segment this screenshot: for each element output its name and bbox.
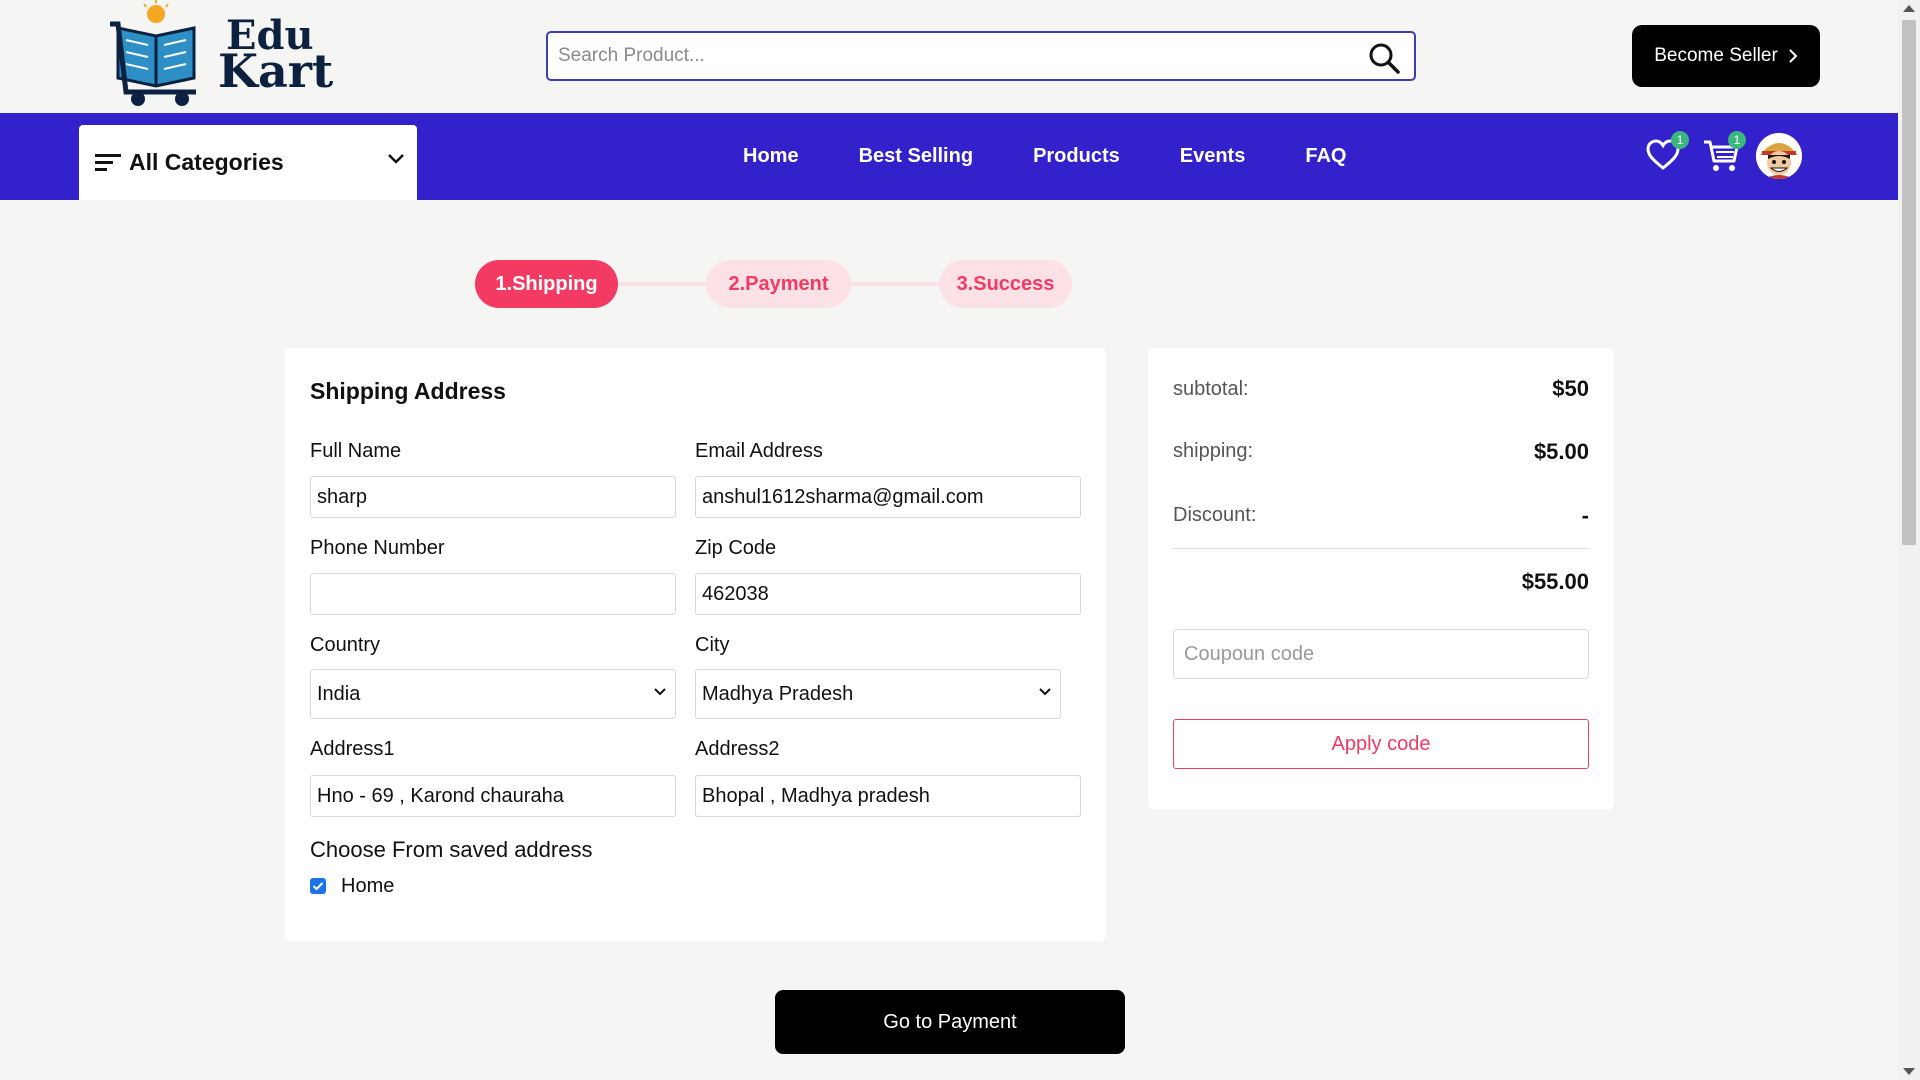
apply-code-button[interactable]: Apply code (1173, 719, 1589, 769)
become-seller-label: Become Seller (1654, 45, 1778, 66)
scroll-up-icon[interactable] (1903, 5, 1915, 12)
step-shipping: 1.Shipping (475, 260, 618, 308)
city-label: City (695, 634, 730, 656)
logo-cart-icon (110, 0, 196, 106)
shipping-value: $5.00 (1533, 439, 1589, 464)
check-icon (312, 882, 324, 891)
shipping-label: shipping: (1173, 440, 1254, 462)
all-categories-dropdown[interactable]: All Categories (79, 125, 417, 200)
step-connector (850, 282, 940, 286)
saved-address-option[interactable]: Home (341, 875, 394, 898)
logo[interactable]: Edu Kart (108, 0, 333, 108)
email-input[interactable] (696, 477, 1080, 517)
chevron-right-icon (1789, 49, 1798, 63)
country-select[interactable]: India (310, 669, 676, 719)
country-value: India (317, 682, 361, 705)
chevron-down-icon (654, 688, 666, 696)
shipping-address-card: Shipping Address Full Name Email Address… (285, 348, 1106, 941)
chevron-down-icon (1039, 688, 1051, 696)
nav-link-home[interactable]: Home (743, 145, 799, 168)
saved-address-title: Choose From saved address (310, 837, 593, 862)
step-connector (617, 282, 707, 286)
wishlist-button[interactable]: 1 (1645, 131, 1689, 177)
avatar-image (1756, 133, 1802, 179)
zip-field (695, 573, 1081, 615)
discount-label: Discount: (1173, 504, 1257, 526)
address2-input[interactable] (696, 776, 1080, 816)
scrollbar-thumb[interactable] (1902, 20, 1916, 545)
search-icon[interactable] (1368, 42, 1400, 74)
nav-bar: All Categories Home Best Selling Product… (0, 113, 1898, 200)
zip-label: Zip Code (695, 537, 777, 559)
nav-links: Home Best Selling Products Events FAQ (743, 113, 1406, 200)
total-value: $55.00 (1521, 569, 1589, 594)
subtotal-value: $50 (1552, 376, 1589, 401)
address1-input[interactable] (311, 776, 675, 816)
scroll-down-icon[interactable] (1903, 1068, 1915, 1075)
go-to-payment-button[interactable]: Go to Payment (775, 990, 1125, 1054)
saved-address-checkbox[interactable] (310, 878, 326, 894)
phone-input[interactable] (311, 574, 675, 614)
city-value: Madhya Pradesh (702, 682, 854, 705)
nav-link-products[interactable]: Products (1033, 145, 1120, 168)
coupon-field (1173, 629, 1589, 679)
all-categories-label: All Categories (129, 149, 284, 175)
wishlist-count-badge: 1 (1671, 131, 1689, 149)
address1-label: Address1 (310, 738, 395, 760)
step-payment: 2.Payment (706, 260, 851, 308)
summary-divider (1173, 548, 1589, 549)
shipping-address-title: Shipping Address (310, 378, 506, 404)
step-success: 3.Success (939, 260, 1072, 308)
full-name-label: Full Name (310, 440, 402, 462)
phone-label: Phone Number (310, 537, 445, 559)
menu-icon (95, 153, 121, 171)
top-header: Edu Kart Become Seller (0, 0, 1898, 113)
phone-field (310, 573, 676, 615)
address1-field (310, 775, 676, 817)
cart-button[interactable]: 1 (1702, 131, 1746, 177)
search-input[interactable] (548, 33, 1348, 79)
coupon-input[interactable] (1174, 630, 1588, 678)
address2-label: Address2 (695, 738, 780, 760)
email-label: Email Address (695, 440, 823, 462)
subtotal-label: subtotal: (1173, 378, 1249, 400)
address2-field (695, 775, 1081, 817)
nav-link-best-selling[interactable]: Best Selling (859, 145, 973, 168)
search-box (546, 31, 1416, 81)
become-seller-button[interactable]: Become Seller (1632, 25, 1820, 87)
logo-text-kart: Kart (218, 44, 334, 98)
zip-input[interactable] (696, 574, 1080, 614)
email-field (695, 476, 1081, 518)
country-label: Country (310, 634, 381, 656)
avatar[interactable] (1756, 133, 1802, 179)
discount-value: - (1581, 503, 1589, 528)
full-name-field (310, 476, 676, 518)
nav-link-faq[interactable]: FAQ (1305, 145, 1346, 168)
chevron-down-icon (388, 154, 404, 164)
page: Edu Kart Become Seller All Categories (0, 0, 1898, 1080)
full-name-input[interactable] (311, 477, 675, 517)
nav-link-events[interactable]: Events (1180, 145, 1246, 168)
page-scrollbar[interactable] (1898, 0, 1920, 1080)
city-select[interactable]: Madhya Pradesh (695, 669, 1061, 719)
order-summary-card: subtotal: $50 shipping: $5.00 Discount: … (1148, 348, 1614, 809)
cart-count-badge: 1 (1728, 131, 1746, 149)
